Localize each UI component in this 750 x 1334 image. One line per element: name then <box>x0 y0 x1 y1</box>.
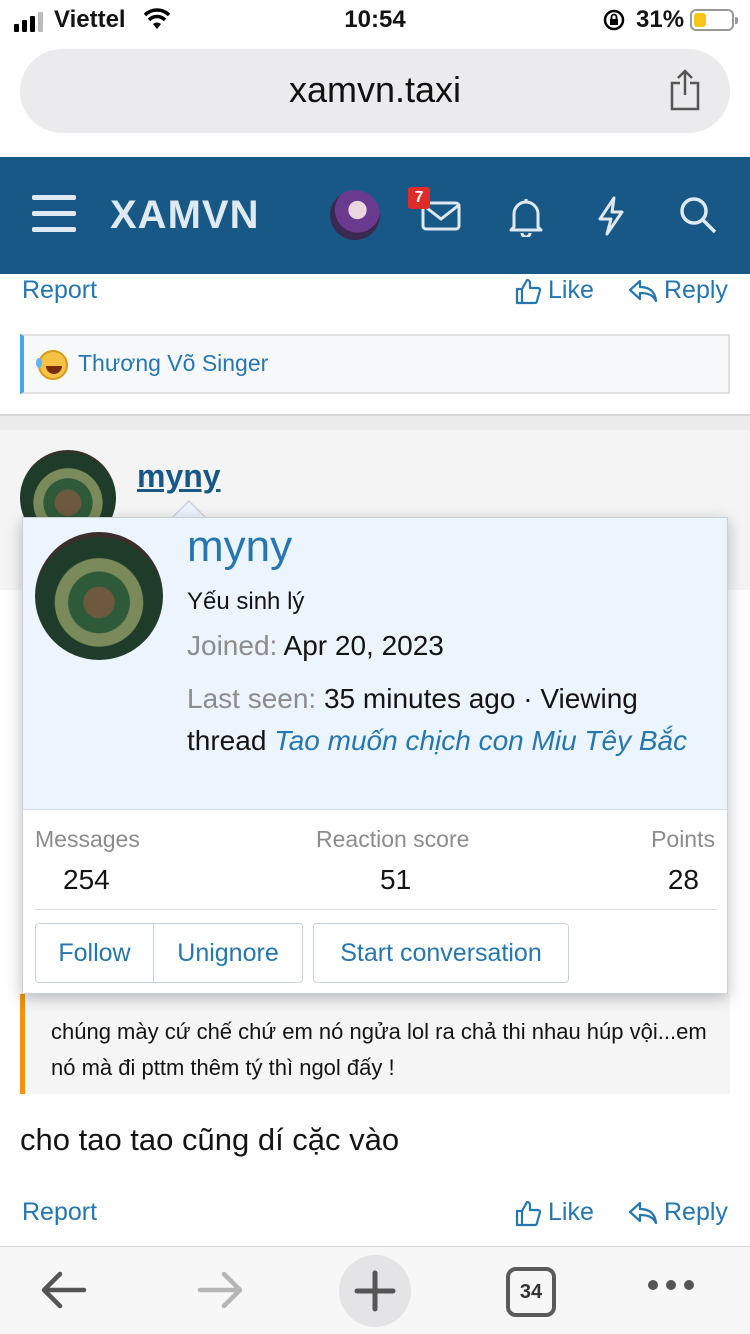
inbox-badge: 7 <box>408 187 430 209</box>
thumbs-up-icon <box>515 1200 542 1226</box>
joined-label: Joined: <box>187 630 278 661</box>
browser-toolbar: 34 <box>0 1246 750 1334</box>
member-last-seen: Last seen: 35 minutes ago · Viewing thre… <box>187 678 707 762</box>
lightning-icon[interactable] <box>594 195 628 237</box>
reaction-user-link[interactable]: Thương Võ Singer <box>78 350 268 377</box>
member-title: Yếu sinh lý <box>187 588 305 615</box>
member-avatar[interactable] <box>35 532 163 660</box>
site-header: XAMVN 7 <box>0 157 750 274</box>
follow-button[interactable]: Follow <box>36 924 154 982</box>
menu-icon[interactable] <box>32 195 76 235</box>
quote-block: chúng mày cứ chế chứ em nó ngửa lol ra c… <box>20 994 730 1094</box>
like-button[interactable]: Like <box>514 276 594 305</box>
laughing-emoji-icon <box>36 350 68 380</box>
like-label: Like <box>548 1198 594 1226</box>
viewing-thread-link[interactable]: Tao muốn chịch con Miu Têy Bắc <box>274 725 687 756</box>
reply-icon <box>628 1201 658 1224</box>
member-name[interactable]: myny <box>187 522 292 572</box>
start-conversation-button[interactable]: Start conversation <box>313 923 569 983</box>
member-tooltip: myny Yếu sinh lý Joined: Apr 20, 2023 La… <box>22 517 728 994</box>
reply-label: Reply <box>664 1198 728 1226</box>
stat-value-reaction-score: 51 <box>380 864 412 895</box>
stat-value-points: 28 <box>667 864 699 895</box>
report-link[interactable]: Report <box>22 1198 97 1227</box>
member-button-group: Follow Unignore <box>35 923 303 983</box>
url-text[interactable]: xamvn.taxi <box>20 69 730 111</box>
status-bar: Viettel 10:54 31% <box>0 0 750 40</box>
member-stats: Messages 254 Reaction score 51 Points 28 <box>23 826 727 906</box>
like-button[interactable]: Like <box>514 1198 594 1227</box>
tabs-button[interactable]: 34 <box>506 1267 556 1317</box>
joined-value: Apr 20, 2023 <box>283 630 444 661</box>
battery-icon <box>690 9 738 31</box>
new-tab-button[interactable] <box>339 1255 411 1327</box>
plus-icon <box>354 1270 396 1312</box>
post-actions: Report Like Reply <box>0 276 750 316</box>
stat-label-points: Points <box>651 826 715 852</box>
thumbs-up-icon <box>515 278 542 304</box>
report-link[interactable]: Report <box>22 276 97 305</box>
address-bar[interactable]: xamvn.taxi <box>20 49 730 133</box>
reply-button[interactable]: Reply <box>628 1198 728 1227</box>
reply-label: Reply <box>664 276 728 304</box>
search-icon[interactable] <box>678 195 718 235</box>
account-avatar[interactable] <box>330 190 380 240</box>
battery-percent: 31% <box>636 6 685 33</box>
more-icon[interactable] <box>646 1277 696 1293</box>
tooltip-arrow <box>171 500 207 519</box>
site-logo[interactable]: XAMVN <box>110 193 259 238</box>
orientation-lock-icon <box>603 9 625 31</box>
post-divider <box>0 414 750 430</box>
reactions-bar[interactable]: Thương Võ Singer <box>20 334 730 394</box>
stats-divider <box>35 909 717 910</box>
stat-label-messages: Messages <box>35 826 140 852</box>
quote-text: chúng mày cứ chế chứ em nó ngửa lol ra c… <box>51 1019 707 1080</box>
member-tooltip-header: myny Yếu sinh lý Joined: Apr 20, 2023 La… <box>23 518 727 810</box>
unignore-button[interactable]: Unignore <box>154 924 302 982</box>
reply-icon <box>628 279 658 302</box>
post-body: cho tao tao cũng dí cặc vào <box>20 1122 400 1157</box>
post-author-name[interactable]: myny <box>137 458 221 495</box>
reply-button[interactable]: Reply <box>628 276 728 305</box>
stat-label-reaction-score: Reaction score <box>316 826 470 852</box>
bell-icon[interactable] <box>508 195 544 237</box>
back-arrow-icon[interactable] <box>38 1267 88 1313</box>
share-icon[interactable] <box>668 69 702 111</box>
post-actions-2: Report Like Reply <box>0 1198 750 1238</box>
last-seen-label: Last seen: <box>187 683 317 714</box>
stat-value-messages: 254 <box>63 864 110 895</box>
forward-arrow-icon[interactable] <box>196 1267 246 1313</box>
like-label: Like <box>548 276 594 304</box>
member-joined: Joined: Apr 20, 2023 <box>187 630 444 662</box>
